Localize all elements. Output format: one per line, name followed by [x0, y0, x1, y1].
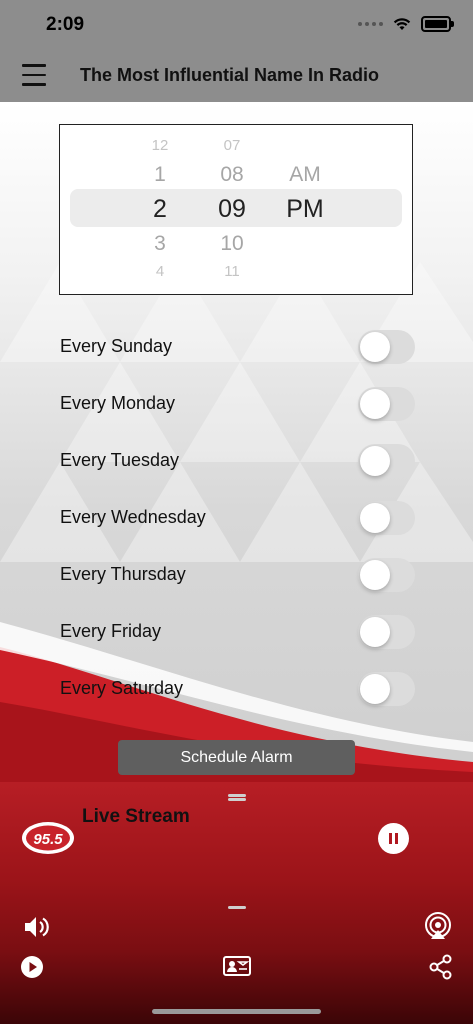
period-option[interactable]: AM: [276, 163, 334, 187]
page-title: The Most Influential Name In Radio: [80, 65, 380, 85]
player-drag-handle-line: [228, 798, 246, 801]
day-label: Every Thursday: [60, 564, 186, 584]
minute-option[interactable]: 07: [203, 137, 261, 154]
airplay-icon[interactable]: [423, 911, 453, 941]
monday-toggle[interactable]: [358, 387, 415, 421]
toggle-knob: [360, 560, 390, 590]
alarm-day-row: Every Monday: [0, 384, 473, 424]
alarm-content: 12 1 2 3 4 07 08 09 10 11 AM PM Every Su…: [0, 102, 473, 782]
tuesday-toggle[interactable]: [358, 444, 415, 478]
toggle-knob: [360, 617, 390, 647]
svg-text:95.5: 95.5: [33, 831, 63, 848]
toggle-knob: [360, 674, 390, 704]
sunday-toggle[interactable]: [358, 330, 415, 364]
hour-selected[interactable]: 2: [132, 195, 188, 224]
cellular-signal-icon: [358, 22, 383, 26]
status-bar: 2:09: [0, 0, 473, 50]
station-logo: 95.5: [22, 822, 74, 854]
alarm-day-row: Every Saturday: [0, 669, 473, 709]
period-selected[interactable]: PM: [276, 195, 334, 224]
contact-card-icon[interactable]: [222, 954, 252, 978]
day-label: Every Monday: [60, 393, 176, 413]
hour-option[interactable]: 12: [132, 137, 188, 154]
day-label: Every Friday: [60, 621, 162, 641]
time-picker[interactable]: 12 1 2 3 4 07 08 09 10 11 AM PM: [59, 124, 413, 295]
hamburger-menu-icon[interactable]: [22, 64, 46, 86]
alarm-day-row: Every Wednesday: [0, 498, 473, 538]
minute-option[interactable]: 08: [203, 163, 261, 187]
toolbar-drag-handle[interactable]: [228, 906, 246, 909]
minute-option[interactable]: 11: [203, 263, 261, 280]
minute-option[interactable]: 10: [203, 232, 261, 256]
home-indicator[interactable]: [152, 1009, 321, 1014]
day-label: Every Tuesday: [60, 450, 180, 470]
day-label: Every Wednesday: [60, 507, 206, 527]
alarm-day-row: Every Sunday: [0, 327, 473, 367]
play-icon[interactable]: [20, 955, 44, 979]
wifi-icon: [393, 18, 411, 30]
toggle-knob: [360, 389, 390, 419]
minute-selected[interactable]: 09: [203, 195, 261, 224]
status-time: 2:09: [46, 14, 85, 35]
stream-title: Live Stream: [82, 806, 190, 827]
schedule-alarm-button[interactable]: Schedule Alarm: [118, 740, 355, 775]
volume-icon[interactable]: [22, 913, 50, 941]
navigation-bar: The Most Influential Name In Radio: [0, 50, 473, 103]
alarm-day-row: Every Thursday: [0, 555, 473, 595]
share-icon[interactable]: [428, 954, 454, 980]
alarm-day-row: Every Tuesday: [0, 441, 473, 481]
toggle-knob: [360, 446, 390, 476]
mini-player: 95.5 Live Stream: [0, 782, 473, 1024]
day-label: Every Saturday: [60, 678, 184, 698]
hour-option[interactable]: 1: [132, 163, 188, 187]
status-icons: [358, 16, 454, 32]
day-label: Every Sunday: [60, 336, 173, 356]
saturday-toggle[interactable]: [358, 672, 415, 706]
toggle-knob: [360, 332, 390, 362]
pause-button[interactable]: [378, 823, 409, 854]
friday-toggle[interactable]: [358, 615, 415, 649]
thursday-toggle[interactable]: [358, 558, 415, 592]
toggle-knob: [360, 503, 390, 533]
wednesday-toggle[interactable]: [358, 501, 415, 535]
hour-option[interactable]: 4: [132, 263, 188, 280]
hour-option[interactable]: 3: [132, 232, 188, 256]
player-drag-handle[interactable]: [228, 794, 246, 797]
battery-icon: [421, 16, 454, 32]
alarm-day-row: Every Friday: [0, 612, 473, 652]
